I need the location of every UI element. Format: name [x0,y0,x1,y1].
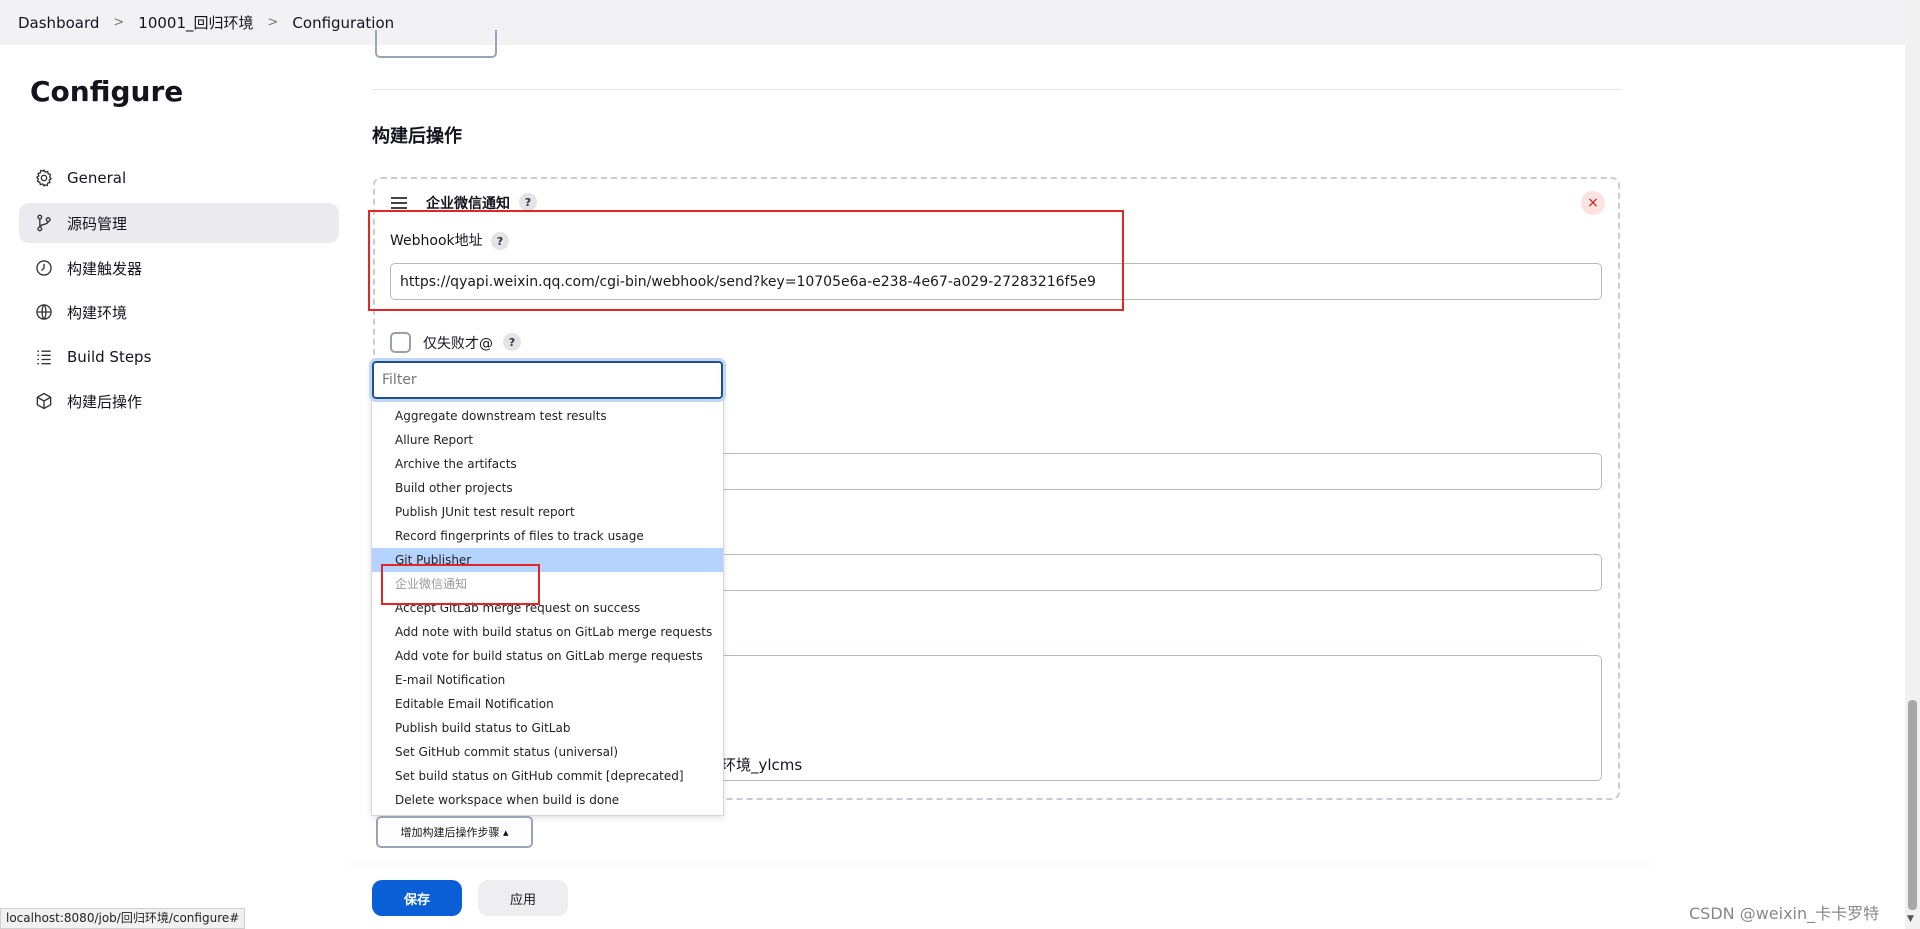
breadcrumb-job[interactable]: 10001_回归环境 [138,12,253,33]
sidebar-item-environment[interactable]: 构建环境 [19,292,339,332]
only-failure-label: 仅失败才@ [423,336,493,352]
scroll-down-arrow-icon[interactable]: ▼ [1907,914,1914,924]
dropdown-option[interactable]: Allure Report [372,428,723,452]
sidebar-item-post-build[interactable]: 构建后操作 [19,381,339,421]
save-button[interactable]: 保存 [372,880,462,916]
dropdown-option[interactable]: Build other projects [372,476,723,500]
help-icon[interactable]: ? [519,193,537,211]
add-post-build-step-button[interactable]: 增加构建后操作步骤 ▴ [376,816,533,848]
footer-divider [350,862,1650,870]
sidebar-item-label: 构建触发器 [67,259,143,278]
branch-icon [33,212,55,234]
message-textarea[interactable] [720,655,1602,781]
section-divider [372,89,1622,90]
dropdown-option[interactable]: Delete workspace when build is done [372,788,723,812]
sidebar-item-label: Build Steps [67,348,152,366]
dropdown-option[interactable]: Publish build status to GitLab [372,716,723,740]
mention-input[interactable] [720,453,1602,490]
sidebar-item-general[interactable]: General [19,158,339,198]
dropdown-option[interactable]: Publish JUnit test result report [372,500,723,524]
mention-mobile-input[interactable] [720,554,1602,591]
dropdown-option-list: Aggregate downstream test results Allure … [372,404,723,812]
sidebar-item-label: 构建后操作 [67,392,143,411]
sidebar-item-label: General [67,169,127,187]
apply-button[interactable]: 应用 [478,880,568,916]
only-failure-checkbox[interactable] [390,332,411,353]
annotation-highlight-box [381,564,540,605]
dropdown-option[interactable]: Add vote for build status on GitLab merg… [372,644,723,668]
dropdown-option[interactable]: E-mail Notification [372,668,723,692]
status-bar-url: localhost:8080/job/回归环境/configure# [0,908,246,929]
breadcrumb-separator: > [113,15,125,30]
dropdown-option[interactable]: Aggregate downstream test results [372,404,723,428]
sidebar-item-build-steps[interactable]: Build Steps [19,337,339,377]
dropdown-option[interactable]: Set GitHub commit status (universal) [372,740,723,764]
filter-input[interactable] [369,358,726,402]
dropdown-option[interactable]: Archive the artifacts [372,452,723,476]
breadcrumb: Dashboard > 10001_回归环境 > Configuration [0,0,1905,45]
message-textarea-text: 环境_ylcms [721,756,803,774]
watermark: CSDN @weixin_卡卡罗特 [1689,904,1880,923]
gear-icon [33,167,55,189]
dropdown-option[interactable]: Record fingerprints of files to track us… [372,524,723,548]
dropdown-option[interactable]: Editable Email Notification [372,692,723,716]
list-icon [33,346,55,368]
breadcrumb-dashboard[interactable]: Dashboard [18,14,99,32]
annotation-highlight-box [368,210,1124,311]
sidebar-item-label: 源码管理 [67,214,128,233]
dropdown-option[interactable]: Set build status on GitHub commit [depre… [372,764,723,788]
sidebar-item-triggers[interactable]: 构建触发器 [19,248,339,288]
drag-handle-icon[interactable] [391,197,407,211]
cube-icon [33,390,55,412]
breadcrumb-separator: > [267,15,279,30]
add-build-step-button-partial[interactable] [375,30,497,58]
sidebar: Configure General 源码管理 构建触发器 构建环境 Build … [0,45,350,929]
clock-icon [33,257,55,279]
section-title: 构建后操作 [372,126,462,147]
sidebar-item-label: 构建环境 [67,303,128,322]
close-icon[interactable]: × [1581,191,1605,215]
dropdown-option[interactable]: Add note with build status on GitLab mer… [372,620,723,644]
globe-icon [33,301,55,323]
page-title: Configure [30,75,184,108]
help-icon[interactable]: ? [503,333,521,351]
breadcrumb-configuration[interactable]: Configuration [292,14,394,32]
scrollbar-thumb[interactable] [1908,700,1917,910]
sidebar-item-scm[interactable]: 源码管理 [19,203,339,243]
